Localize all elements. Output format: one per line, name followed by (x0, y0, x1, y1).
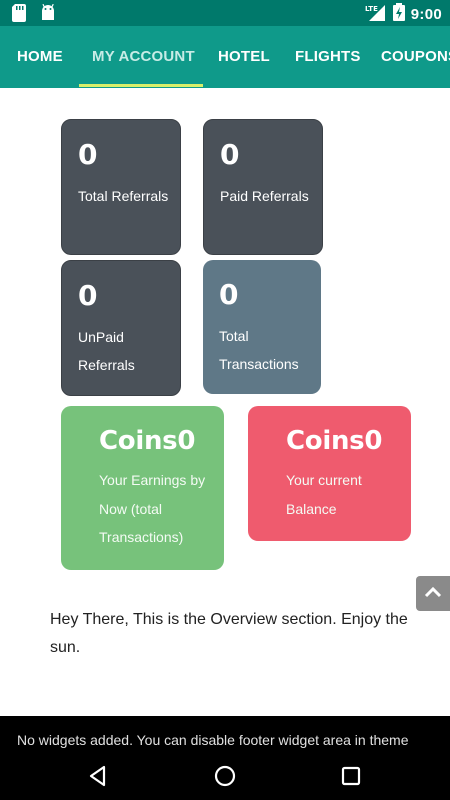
earnings-coins-value: Coins0 (99, 426, 196, 456)
android-icon (40, 3, 56, 22)
tab-flights[interactable]: FLIGHTS (295, 26, 361, 88)
balance-card: Coins0 Your current Balance (248, 406, 411, 541)
recents-button[interactable] (337, 762, 365, 790)
back-triangle-icon (89, 765, 106, 787)
battery-charging-icon (392, 3, 405, 26)
total-referrals-label: Total Referrals (78, 188, 169, 204)
sd-card-icon (12, 4, 28, 22)
earnings-label: Your Earnings by Now (total Transactions… (99, 472, 206, 545)
unpaid-referrals-card: 0 UnPaid Referrals (61, 260, 181, 396)
tab-coupons[interactable]: COUPONS (381, 26, 450, 88)
tab-hotel[interactable]: HOTEL (218, 26, 270, 88)
home-circle-icon (214, 765, 236, 787)
paid-referrals-value: 0 (220, 138, 239, 171)
network-type: LTE (365, 5, 378, 13)
total-referrals-card: 0 Total Referrals (61, 119, 181, 255)
total-transactions-card: 0 Total Transactions (203, 260, 321, 394)
tab-bar: HOME MY ACCOUNT HOTEL FLIGHTS COUPONS (0, 26, 450, 88)
tab-my-account[interactable]: MY ACCOUNT (92, 26, 195, 88)
footer-text: No widgets added. You can disable footer… (17, 732, 409, 748)
status-time: 9:00 (410, 6, 442, 23)
navigation-bar (0, 752, 450, 800)
unpaid-referrals-value: 0 (78, 279, 97, 312)
balance-coins-value: Coins0 (286, 426, 383, 456)
status-bar: LTE 9:00 (0, 0, 450, 26)
tab-home[interactable]: HOME (17, 26, 63, 88)
signal-icon: LTE (365, 3, 387, 26)
total-transactions-label: Total Transactions (219, 328, 299, 372)
overview-text: Hey There, This is the Overview section.… (50, 611, 408, 656)
active-tab-indicator (79, 84, 203, 87)
chevron-up-icon (424, 586, 442, 598)
paid-referrals-card: 0 Paid Referrals (203, 119, 323, 255)
unpaid-referrals-label: UnPaid Referrals (78, 329, 135, 373)
earnings-card: Coins0 Your Earnings by Now (total Trans… (61, 406, 224, 570)
back-button[interactable] (84, 762, 112, 790)
total-transactions-value: 0 (219, 278, 238, 311)
paid-referrals-label: Paid Referrals (220, 188, 309, 204)
total-referrals-value: 0 (78, 138, 97, 171)
balance-label: Your current Balance (286, 472, 362, 517)
recents-square-icon (341, 766, 361, 786)
home-button[interactable] (211, 762, 239, 790)
